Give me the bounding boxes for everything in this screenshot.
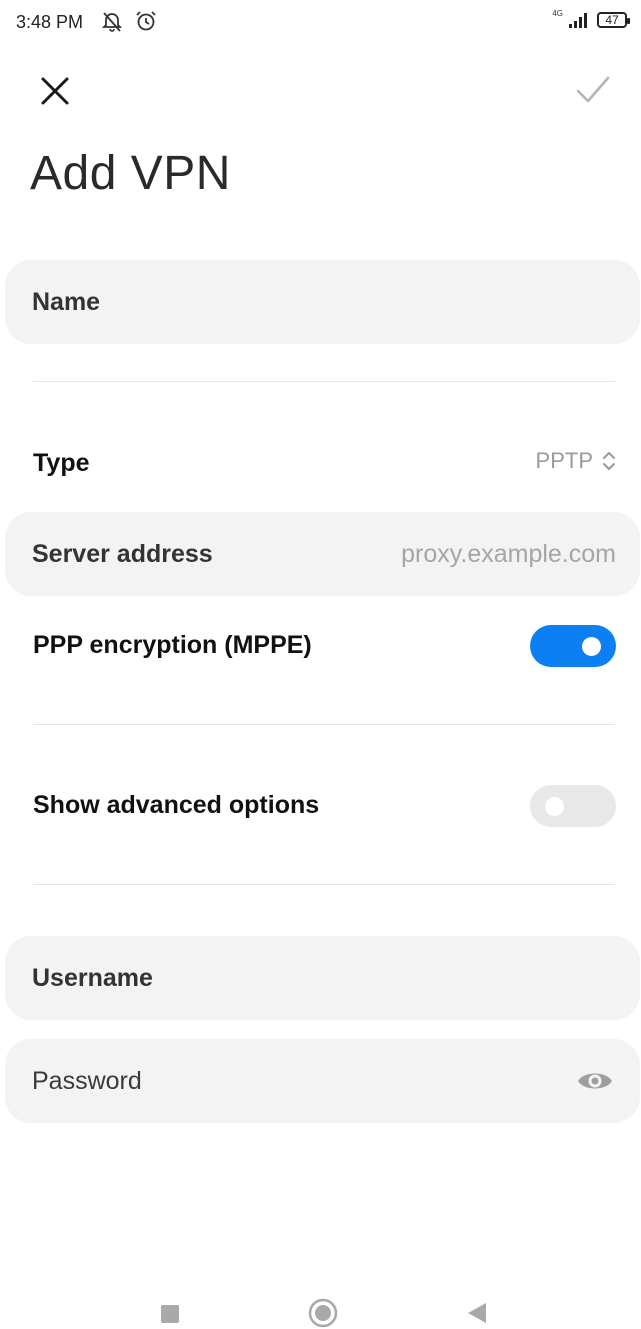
status-bar: 3:48 PM 4G 47: [0, 0, 641, 44]
type-label: Type: [33, 449, 90, 477]
eye-icon[interactable]: [576, 1067, 614, 1095]
muted-notification-icon: [101, 12, 123, 32]
updown-chevron-icon: [603, 452, 615, 470]
signal-icon: [569, 13, 587, 28]
password-field[interactable]: Password: [5, 1039, 640, 1123]
page-title: Add VPN: [30, 147, 231, 200]
check-icon[interactable]: [575, 72, 611, 108]
server-address-label: Server address: [32, 540, 213, 568]
name-field[interactable]: Name: [5, 260, 640, 344]
advanced-options-toggle[interactable]: [530, 785, 616, 827]
recents-icon[interactable]: [161, 1305, 179, 1323]
status-time: 3:48 PM: [16, 12, 84, 32]
type-value: PPTP: [535, 448, 593, 473]
divider: [33, 724, 615, 725]
advanced-options-label: Show advanced options: [33, 791, 320, 819]
home-icon[interactable]: [308, 1298, 338, 1328]
toggle-knob: [582, 637, 601, 656]
close-icon[interactable]: [38, 74, 72, 108]
network-type-label: 4G: [552, 9, 563, 18]
server-address-field[interactable]: Server address proxy.example.com: [5, 512, 640, 596]
username-label: Username: [32, 964, 153, 992]
ppp-encryption-toggle[interactable]: [530, 625, 616, 667]
alarm-icon: [136, 11, 156, 31]
server-address-placeholder: proxy.example.com: [401, 540, 616, 568]
status-icons-right: 4G 47: [552, 9, 630, 28]
battery-icon: 47: [597, 12, 630, 28]
name-field-label: Name: [32, 288, 101, 316]
toggle-knob: [545, 797, 564, 816]
back-icon[interactable]: [466, 1301, 488, 1325]
type-selector[interactable]: PPTP: [536, 448, 617, 474]
password-label: Password: [32, 1067, 142, 1095]
divider: [33, 884, 615, 885]
status-icons-left: [100, 9, 158, 33]
username-field[interactable]: Username: [5, 936, 640, 1020]
ppp-encryption-label: PPP encryption (MPPE): [33, 631, 312, 659]
navigation-bar: [0, 1295, 641, 1329]
divider: [33, 381, 615, 382]
